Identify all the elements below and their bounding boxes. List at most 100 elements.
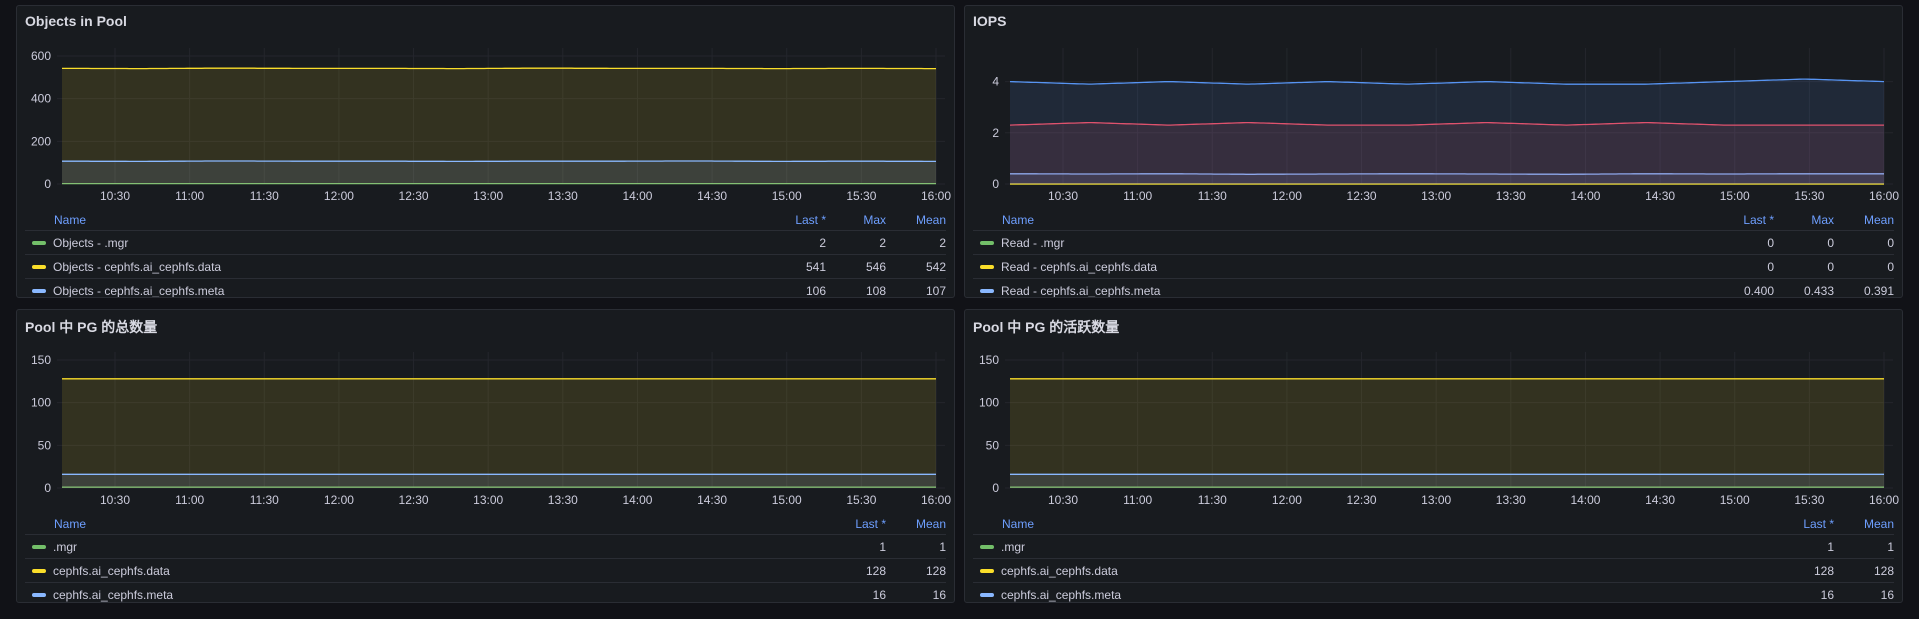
legend-stat-value: 16 xyxy=(1880,587,1894,602)
x-tick-label: 13:30 xyxy=(548,189,578,203)
legend-row[interactable]: cephfs.ai_cephfs.meta 16 16 xyxy=(25,583,946,602)
legend-header-stat[interactable]: Last * xyxy=(806,517,886,531)
series-color-swatch xyxy=(32,240,46,245)
legend-row[interactable]: Objects - cephfs.ai_cephfs.meta 106 108 107 xyxy=(25,279,946,298)
legend-stat-value: 16 xyxy=(932,587,946,602)
legend-row[interactable]: Read - cephfs.ai_cephfs.meta 0.400 0.433 0.… xyxy=(973,279,1894,298)
legend-header-stat[interactable]: Max xyxy=(1774,213,1834,227)
legend-series-name: Objects - cephfs.ai_cephfs.data xyxy=(53,259,222,274)
legend-series-cell: cephfs.ai_cephfs.meta xyxy=(973,588,1754,602)
legend-stat-value: 546 xyxy=(865,259,886,274)
series-color-swatch xyxy=(980,592,994,597)
series-color-swatch xyxy=(32,592,46,597)
legend-header-name[interactable]: Name xyxy=(973,213,1694,227)
series-color-swatch xyxy=(980,568,994,573)
x-tick-label: 12:00 xyxy=(324,493,354,507)
x-tick-label: 16:00 xyxy=(1869,493,1899,507)
legend-header-name[interactable]: Name xyxy=(25,517,806,531)
legend-row[interactable]: .mgr 1 1 xyxy=(25,535,946,559)
legend-stat-value: 0 xyxy=(1887,259,1894,274)
y-tick-label: 150 xyxy=(979,353,999,367)
y-tick-label: 50 xyxy=(38,438,52,452)
legend-stat-value: 1 xyxy=(939,539,946,554)
legend-stat-value: 0 xyxy=(1827,235,1834,250)
legend-header-stat[interactable]: Max xyxy=(826,213,886,227)
legend-series-name: Read - cephfs.ai_cephfs.data xyxy=(1001,259,1158,274)
x-tick-label: 16:00 xyxy=(921,493,951,507)
x-tick-label: 13:30 xyxy=(1496,189,1526,203)
y-tick-label: 100 xyxy=(31,396,51,410)
series-area xyxy=(1010,378,1884,488)
legend-header-name[interactable]: Name xyxy=(25,213,746,227)
x-tick-label: 15:30 xyxy=(1794,189,1824,203)
x-tick-label: 10:30 xyxy=(100,493,130,507)
x-tick-label: 11:00 xyxy=(1123,189,1152,203)
legend-stat-value: 16 xyxy=(1820,587,1834,602)
legend-series-cell: .mgr xyxy=(25,540,806,554)
legend-stat-value: 0 xyxy=(1767,259,1774,274)
x-tick-label: 14:30 xyxy=(1645,189,1675,203)
legend-header-stat[interactable]: Last * xyxy=(746,213,826,227)
legend-row[interactable]: cephfs.ai_cephfs.data 128 128 xyxy=(25,559,946,583)
legend-stat-value: 1 xyxy=(879,539,886,554)
series-area xyxy=(62,161,936,184)
x-tick-label: 12:30 xyxy=(1347,189,1377,203)
legend-row[interactable]: .mgr 1 1 xyxy=(973,535,1894,559)
legend-header-stat[interactable]: Last * xyxy=(1694,213,1774,227)
legend-stat-value: 16 xyxy=(872,587,886,602)
legend-stat-value: 108 xyxy=(865,283,886,298)
legend-row[interactable]: Objects - .mgr 2 2 2 xyxy=(25,231,946,255)
x-tick-label: 16:00 xyxy=(921,189,951,203)
legend-row[interactable]: cephfs.ai_cephfs.meta 16 16 xyxy=(973,583,1894,602)
x-tick-label: 15:00 xyxy=(772,189,802,203)
legend-header-stat[interactable]: Mean xyxy=(886,213,946,227)
legend-series-name: Read - cephfs.ai_cephfs.meta xyxy=(1001,283,1161,298)
y-tick-label: 50 xyxy=(986,438,1000,452)
legend-row[interactable]: cephfs.ai_cephfs.data 128 128 xyxy=(973,559,1894,583)
legend-stat-value: 1 xyxy=(1827,539,1834,554)
series-color-swatch xyxy=(32,288,46,293)
x-tick-label: 11:30 xyxy=(250,493,279,507)
x-tick-label: 11:30 xyxy=(1198,189,1227,203)
legend-series-name: cephfs.ai_cephfs.meta xyxy=(1001,587,1122,602)
legend-header-stat[interactable]: Mean xyxy=(1834,517,1894,531)
y-tick-label: 400 xyxy=(31,92,51,106)
panel-pg-total: Pool 中 PG 的总数量 150 100 50 0 10:30 11:00 11:30 1… xyxy=(16,309,955,603)
legend-stat-value: 128 xyxy=(1813,563,1834,578)
legend-row[interactable]: Objects - cephfs.ai_cephfs.data 541 546 542 xyxy=(25,255,946,279)
y-tick-label: 100 xyxy=(979,396,999,410)
legend-series-cell: Objects - .mgr xyxy=(25,236,746,250)
legend-header-stat[interactable]: Mean xyxy=(1834,213,1894,227)
legend-series-cell: .mgr xyxy=(973,540,1754,554)
chart-pg-total: 150 100 50 0 10:30 11:00 11:30 12:00 12:30 13:00 1… xyxy=(31,352,951,507)
y-tick-label: 0 xyxy=(992,481,999,495)
series-color-swatch xyxy=(980,288,994,293)
legend-header-stat[interactable]: Mean xyxy=(886,517,946,531)
legend-series-cell: cephfs.ai_cephfs.data xyxy=(25,564,806,578)
x-tick-label: 15:00 xyxy=(1720,493,1750,507)
series-color-swatch xyxy=(980,544,994,549)
legend-stat-value: 2 xyxy=(939,235,946,250)
legend-stat-value: 2 xyxy=(819,235,826,250)
x-tick-label: 12:00 xyxy=(1272,189,1302,203)
x-tick-label: 14:00 xyxy=(622,493,652,507)
legend-stat-value: 0.391 xyxy=(1863,283,1894,298)
x-tick-label: 11:00 xyxy=(1123,493,1152,507)
series-area xyxy=(1010,474,1884,488)
legend-header-stat[interactable]: Last * xyxy=(1754,517,1834,531)
legend: Name Last * Mean .mgr 1 1 cephfs.ai_cephfs.dat… xyxy=(25,514,946,602)
x-tick-label: 14:30 xyxy=(697,493,727,507)
legend-stat-value: 128 xyxy=(1873,563,1894,578)
legend-series-cell: cephfs.ai_cephfs.data xyxy=(973,564,1754,578)
legend-row[interactable]: Read - cephfs.ai_cephfs.data 0 0 0 xyxy=(973,255,1894,279)
legend-row[interactable]: Read - .mgr 0 0 0 xyxy=(973,231,1894,255)
legend-header-name[interactable]: Name xyxy=(973,517,1754,531)
y-tick-label: 0 xyxy=(44,177,51,191)
y-tick-label: 150 xyxy=(31,353,51,367)
series-color-swatch xyxy=(32,568,46,573)
legend-series-name: .mgr xyxy=(1001,539,1025,554)
x-tick-label: 13:00 xyxy=(473,493,503,507)
series-color-swatch xyxy=(32,544,46,549)
legend-stat-value: 2 xyxy=(879,235,886,250)
x-tick-label: 12:30 xyxy=(399,493,429,507)
